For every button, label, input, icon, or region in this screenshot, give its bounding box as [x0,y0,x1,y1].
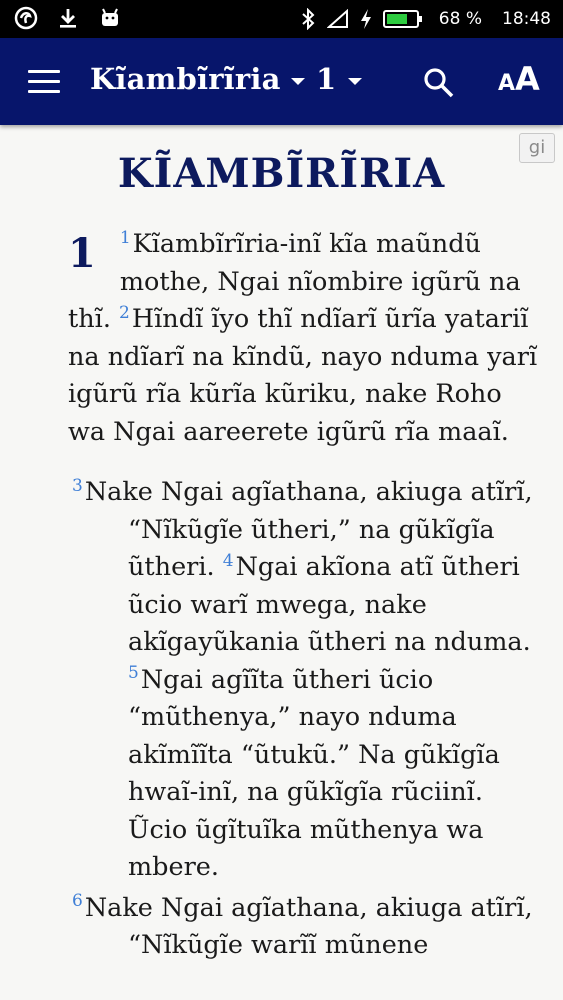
text-size-icon-large: A [515,60,540,98]
hamburger-icon-line [28,80,60,83]
verse-number[interactable]: 1 [120,228,131,248]
chapter-selector[interactable]: 1 [316,62,363,96]
paragraph: 3Nake Ngai agĩathana, akiuga atĩrĩ, “Nĩk… [68,474,538,887]
clock: 18:48 [502,9,551,29]
battery-icon [382,10,422,28]
book-name: Kĩambĩrĩria [90,62,281,96]
scripture-text: 1 1Kĩambĩrĩria-inĩ kĩa maũndũ mothe, Nga… [68,226,538,965]
app-notification-icon [14,6,38,30]
book-title: KĨAMBĨRĨRIA [117,150,446,197]
android-debug-icon [102,8,118,26]
battery-percent: 68 % [438,9,482,29]
chevron-down-icon [348,77,363,85]
verse-number[interactable]: 4 [223,551,234,571]
chevron-down-icon [290,77,305,85]
verse-number[interactable]: 3 [72,476,83,496]
verse-number[interactable]: 6 [72,891,83,911]
book-selector[interactable]: Kĩambĩrĩria [90,62,305,96]
charging-icon [360,9,371,29]
verse-number[interactable]: 2 [119,303,130,323]
text-size-button[interactable]: AA [498,60,540,98]
verse-number[interactable]: 5 [128,663,139,683]
chapter-number: 1 [316,62,337,96]
search-icon[interactable] [422,66,456,100]
hamburger-icon-line [28,90,60,93]
status-right: 68 % 18:48 [299,0,551,38]
verse-text: Hĩndĩ ĩyo thĩ ndĩarĩ ũrĩa yatariĩ na ndĩ… [68,304,538,447]
paragraph: 1 1Kĩambĩrĩria-inĩ kĩa maũndũ mothe, Nga… [68,226,538,451]
app-bar: Kĩambĩrĩria 1 AA [0,38,563,125]
download-icon [60,9,76,28]
signal-icon [326,9,348,28]
status-bar: 68 % 18:48 [0,0,563,38]
verse-text: Ngai agĩĩta ũtheri ũcio “mũthenya,” nayo… [128,664,500,883]
hamburger-icon [28,70,60,73]
verse-text: Nake Ngai agĩathana, akiuga atĩrĩ, “Nĩkũ… [84,892,533,961]
chapter-drop-number: 1 [68,230,96,277]
menu-button[interactable] [28,70,60,94]
text-size-icon: A [498,71,516,96]
bluetooth-icon [302,8,315,30]
paragraph: 6Nake Ngai agĩathana, akiuga atĩrĩ, “Nĩk… [68,890,538,965]
status-left-icons [14,6,122,30]
